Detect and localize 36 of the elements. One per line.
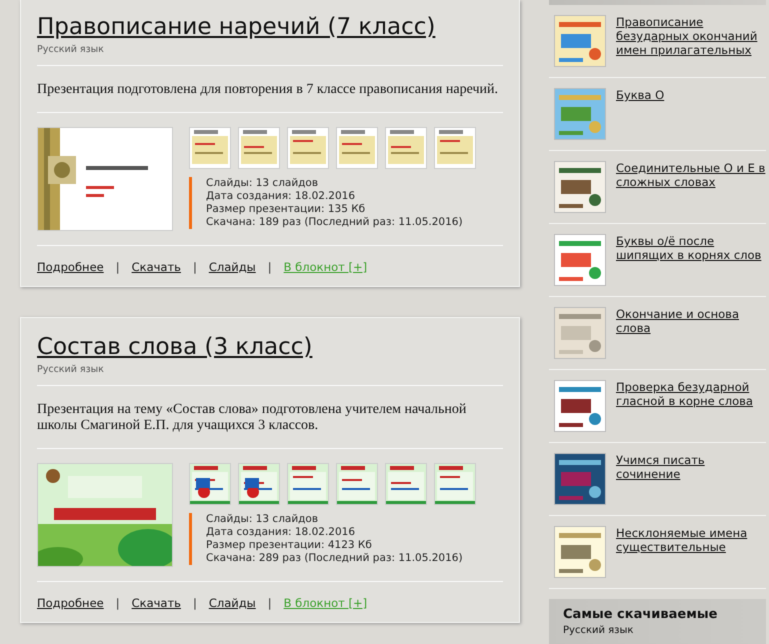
article-title[interactable]: Состав слова (3 класс) <box>37 332 312 362</box>
stat-text: Размер презентации: 135 Кб <box>206 203 366 216</box>
action-link[interactable]: Слайды <box>208 260 256 274</box>
separator: | <box>192 260 197 274</box>
article-title[interactable]: Правописание наречий (7 класс) <box>37 12 436 42</box>
separator: | <box>116 260 120 274</box>
stat-text: Слайды: 13 слайдов <box>206 513 320 526</box>
action-link[interactable]: Скачать <box>132 260 181 274</box>
separator: | <box>192 596 197 610</box>
related-link[interactable]: Проверка безударной гласной в корне слова <box>616 380 766 432</box>
subject-label: Русский язык <box>37 44 105 55</box>
stat-text: Скачана: 289 раз (Последний раз: 11.05.2016) <box>206 552 464 565</box>
separator: | <box>268 596 272 610</box>
stat-text: Размер презентации: 4123 Кб <box>206 539 373 552</box>
related-link[interactable]: Буквы о/ё после шипящих в корнях слов <box>616 234 766 286</box>
related-link[interactable]: Окончание и основа слова <box>616 307 766 359</box>
related-link[interactable]: Правописание безударных окончаний имен прилагательных <box>616 15 766 67</box>
action-link[interactable]: Подробнее <box>37 260 104 274</box>
action-link[interactable]: Подробнее <box>37 596 104 610</box>
related-link[interactable]: Соединительные О и Е в сложных словах <box>616 161 766 213</box>
article-description: Презентация на тему «Состав слова» подготовлена учителем начальной школы Смагиной Е.П. для учащихся 3 классов. <box>37 402 468 434</box>
action-link[interactable]: Скачать <box>132 596 181 610</box>
separator: | <box>268 260 272 274</box>
category-link[interactable]: Русский язык <box>563 625 752 636</box>
stat-text: Слайды: 13 слайдов <box>206 177 320 190</box>
related-link[interactable]: Несклоняемые имена существительные <box>616 526 766 578</box>
panel-heading: Самые скачиваемые <box>563 607 718 622</box>
separator: | <box>116 596 120 610</box>
action-link[interactable]: Слайды <box>208 596 256 610</box>
stat-text: Скачана: 189 раз (Последний раз: 11.05.2016) <box>206 216 464 229</box>
subject-label: Русский язык <box>37 364 105 375</box>
related-link[interactable]: Буква О <box>616 88 664 140</box>
stat-text: Дата создания: 18.02.2016 <box>206 190 356 203</box>
related-link[interactable]: Учимся писать сочинение <box>616 453 766 505</box>
article-description: Презентация подготовлена для повторения в 7 классе правописания наречий. <box>37 82 499 98</box>
stat-text: Дата создания: 18.02.2016 <box>206 526 356 539</box>
